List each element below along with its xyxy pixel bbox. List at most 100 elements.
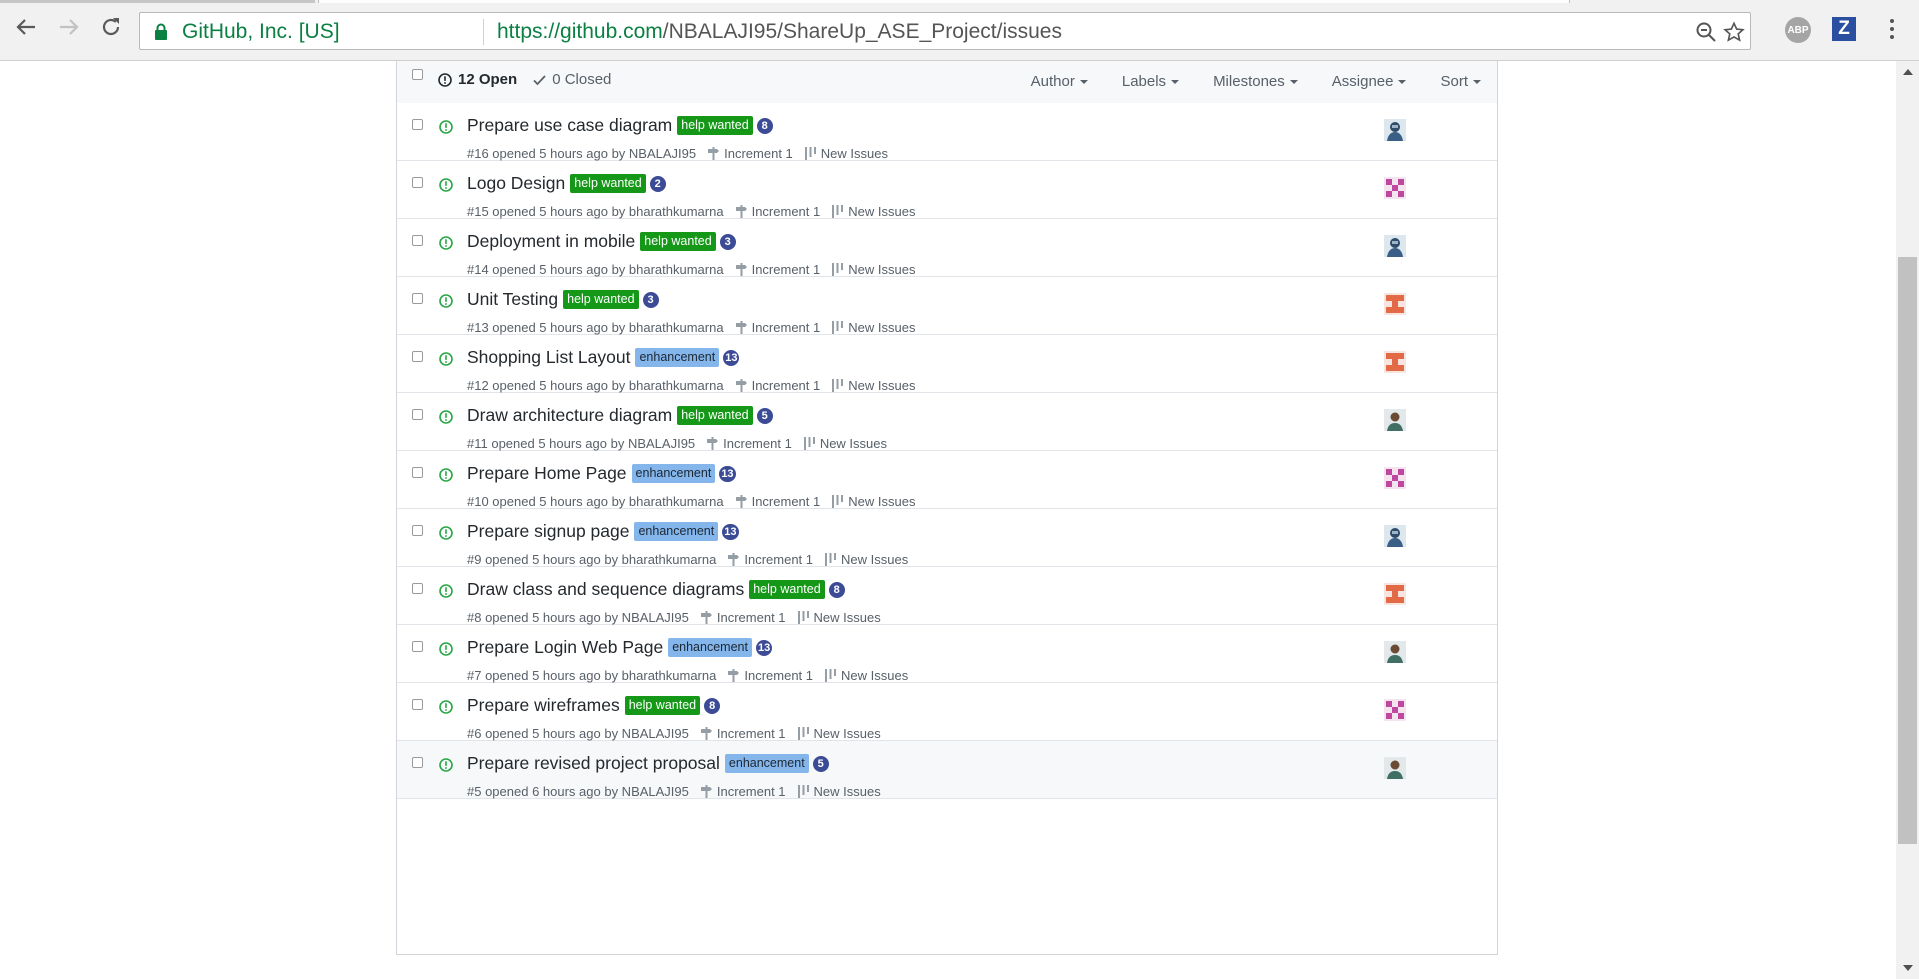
project-link[interactable]: New Issues xyxy=(832,378,915,393)
issue-label[interactable]: enhancement xyxy=(668,638,752,657)
z-extension-icon[interactable]: Z xyxy=(1832,17,1856,41)
project-link[interactable]: New Issues xyxy=(797,610,881,625)
issue-title-link[interactable]: Unit Testing xyxy=(467,289,558,310)
issue-title-link[interactable]: Prepare Home Page xyxy=(467,463,627,484)
milestone-link[interactable]: Increment 1 xyxy=(735,320,820,335)
filter-author[interactable]: Author xyxy=(1031,73,1088,90)
zoom-icon[interactable] xyxy=(1695,21,1717,43)
menu-icon[interactable] xyxy=(1890,19,1894,43)
project-link[interactable]: New Issues xyxy=(825,668,908,683)
issue-checkbox[interactable] xyxy=(412,177,423,188)
issue-title-link[interactable]: Draw class and sequence diagrams xyxy=(467,579,744,600)
project-link[interactable]: New Issues xyxy=(832,204,915,219)
issue-title-link[interactable]: Shopping List Layout xyxy=(467,347,630,368)
comment-count-badge[interactable]: 3 xyxy=(642,291,659,308)
issue-label[interactable]: enhancement xyxy=(634,522,719,541)
open-issues-link[interactable]: 12 Open xyxy=(438,71,517,88)
issue-checkbox[interactable] xyxy=(412,351,423,362)
scroll-down-arrow-icon[interactable] xyxy=(1903,965,1913,971)
url-text[interactable]: https://github.com/NBALAJI95/ShareUp_ASE… xyxy=(497,20,1062,44)
address-bar[interactable]: GitHub, Inc. [US] https://github.com/NBA… xyxy=(139,12,1751,50)
issue-label[interactable]: help wanted xyxy=(570,174,646,193)
site-identity[interactable]: GitHub, Inc. [US] xyxy=(182,20,340,44)
back-button[interactable] xyxy=(12,13,40,41)
comment-count-badge[interactable]: 13 xyxy=(723,349,740,366)
assignee-avatar[interactable] xyxy=(1384,119,1406,141)
issue-label[interactable]: help wanted xyxy=(677,116,753,135)
comment-count-badge[interactable]: 5 xyxy=(756,407,773,424)
issue-title-link[interactable]: Draw architecture diagram xyxy=(467,405,672,426)
issue-label[interactable]: help wanted xyxy=(749,580,825,599)
assignee-avatar[interactable] xyxy=(1384,177,1406,199)
issue-row[interactable]: Prepare use case diagram help wanted 8 #… xyxy=(397,103,1497,161)
issue-row[interactable]: Prepare Login Web Page enhancement 13 #7… xyxy=(397,625,1497,683)
select-all-checkbox[interactable] xyxy=(412,69,423,80)
issue-checkbox[interactable] xyxy=(412,409,423,420)
project-link[interactable]: New Issues xyxy=(832,494,915,509)
issue-row[interactable]: Prepare revised project proposal enhance… xyxy=(397,741,1497,799)
assignee-avatar[interactable] xyxy=(1384,525,1406,547)
issue-row[interactable]: Unit Testing help wanted 3 #13 opened 5 … xyxy=(397,277,1497,335)
issue-title-link[interactable]: Prepare signup page xyxy=(467,521,629,542)
inactive-tab-edge[interactable] xyxy=(0,0,315,3)
milestone-link[interactable]: Increment 1 xyxy=(735,494,820,509)
assignee-avatar[interactable] xyxy=(1384,351,1406,373)
comment-count-badge[interactable]: 2 xyxy=(649,175,666,192)
issue-label[interactable]: enhancement xyxy=(635,348,720,367)
milestone-link[interactable]: Increment 1 xyxy=(700,726,786,741)
issue-row[interactable]: Prepare wireframes help wanted 8 #6 open… xyxy=(397,683,1497,741)
adblock-extension-icon[interactable]: ABP xyxy=(1785,17,1811,43)
issue-title-link[interactable]: Prepare Login Web Page xyxy=(467,637,663,658)
milestone-link[interactable]: Increment 1 xyxy=(735,262,820,277)
issue-label[interactable]: help wanted xyxy=(624,696,701,715)
project-link[interactable]: New Issues xyxy=(804,146,888,161)
milestone-link[interactable]: Increment 1 xyxy=(700,784,786,799)
milestone-link[interactable]: Increment 1 xyxy=(735,204,820,219)
issue-checkbox[interactable] xyxy=(412,583,423,594)
issue-title-link[interactable]: Deployment in mobile xyxy=(467,231,635,252)
issue-checkbox[interactable] xyxy=(412,525,423,536)
project-link[interactable]: New Issues xyxy=(797,726,881,741)
issue-checkbox[interactable] xyxy=(412,641,423,652)
milestone-link[interactable]: Increment 1 xyxy=(728,668,813,683)
comment-count-badge[interactable]: 8 xyxy=(704,697,721,714)
issue-row[interactable]: Prepare signup page enhancement 13 #9 op… xyxy=(397,509,1497,567)
issue-title-link[interactable]: Prepare wireframes xyxy=(467,695,620,716)
assignee-avatar[interactable] xyxy=(1384,641,1406,663)
issue-row[interactable]: Deployment in mobile help wanted 3 #14 o… xyxy=(397,219,1497,277)
project-link[interactable]: New Issues xyxy=(825,552,908,567)
issue-label[interactable]: help wanted xyxy=(563,290,639,309)
assignee-avatar[interactable] xyxy=(1384,235,1406,257)
forward-button[interactable] xyxy=(55,13,83,41)
project-link[interactable]: New Issues xyxy=(832,262,915,277)
issue-label[interactable]: enhancement xyxy=(724,754,809,773)
comment-count-badge[interactable]: 8 xyxy=(756,117,773,134)
reload-button[interactable] xyxy=(97,13,125,41)
milestone-link[interactable]: Increment 1 xyxy=(707,436,792,451)
assignee-avatar[interactable] xyxy=(1384,583,1406,605)
issue-row[interactable]: Draw class and sequence diagrams help wa… xyxy=(397,567,1497,625)
comment-count-badge[interactable]: 3 xyxy=(719,233,736,250)
comment-count-badge[interactable]: 13 xyxy=(719,465,736,482)
filter-sort[interactable]: Sort xyxy=(1440,73,1481,90)
milestone-link[interactable]: Increment 1 xyxy=(708,146,793,161)
filter-labels[interactable]: Labels xyxy=(1122,73,1180,90)
scroll-up-arrow-icon[interactable] xyxy=(1903,69,1913,75)
project-link[interactable]: New Issues xyxy=(803,436,887,451)
comment-count-badge[interactable]: 8 xyxy=(828,581,845,598)
project-link[interactable]: New Issues xyxy=(797,784,881,799)
filter-milestones[interactable]: Milestones xyxy=(1213,73,1298,90)
filter-assignee[interactable]: Assignee xyxy=(1332,73,1407,90)
assignee-avatar[interactable] xyxy=(1384,293,1406,315)
comment-count-badge[interactable]: 5 xyxy=(812,755,829,772)
issue-label[interactable]: enhancement xyxy=(631,464,716,483)
issue-row[interactable]: Draw architecture diagram help wanted 5 … xyxy=(397,393,1497,451)
assignee-avatar[interactable] xyxy=(1384,409,1406,431)
issue-checkbox[interactable] xyxy=(412,235,423,246)
star-icon[interactable] xyxy=(1723,21,1745,43)
scrollbar-thumb[interactable] xyxy=(1898,257,1917,844)
issue-checkbox[interactable] xyxy=(412,467,423,478)
issue-title-link[interactable]: Prepare revised project proposal xyxy=(467,753,720,774)
issue-checkbox[interactable] xyxy=(412,699,423,710)
issue-label[interactable]: help wanted xyxy=(677,406,753,425)
